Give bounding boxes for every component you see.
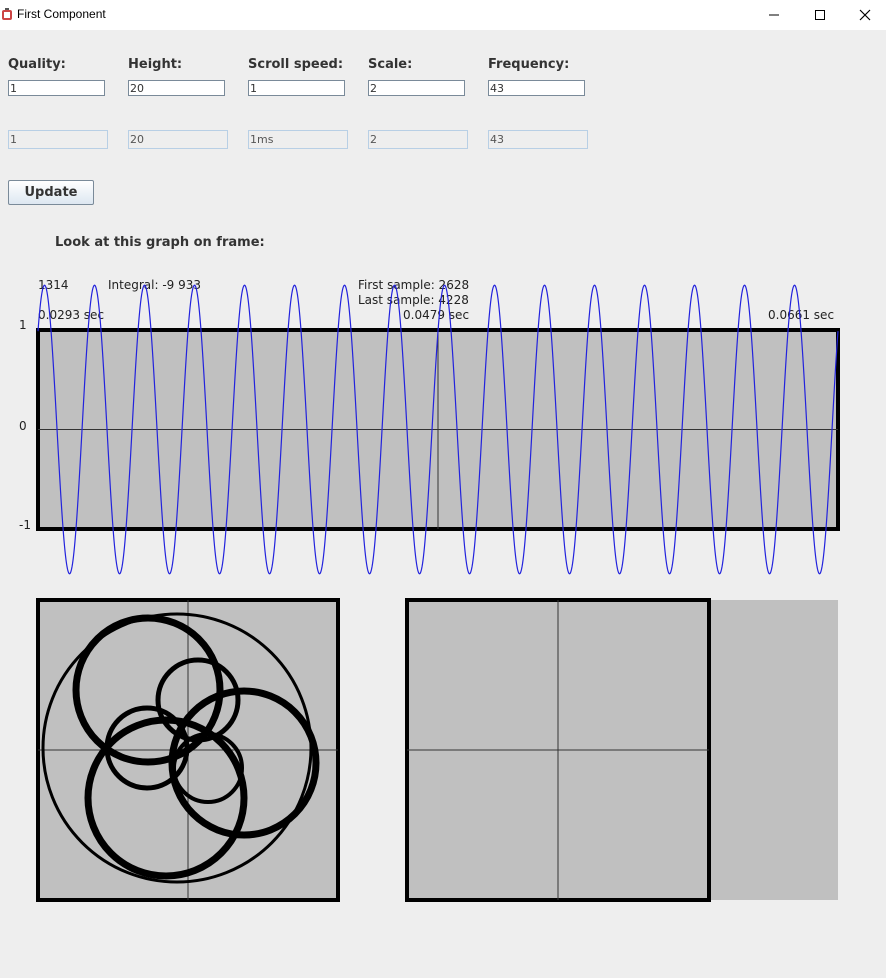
height-label: Height: [128,57,183,72]
minimize-button[interactable] [751,0,797,30]
title-bar: First Component [0,0,886,30]
quality-label: Quality: [8,57,66,72]
frequency-label: Frequency: [488,57,570,72]
spectrum-plot [405,598,838,902]
spectrum-side-panel [710,600,838,900]
close-button[interactable] [842,0,886,30]
scroll-speed-label: Scroll speed: [248,57,344,72]
scale-input[interactable] [368,80,465,96]
maximize-icon [815,10,825,20]
lissajous-plot [36,598,340,902]
java-app-icon [2,8,12,20]
minimize-icon [769,14,779,16]
scale-label: Scale: [368,57,413,72]
scroll-speed-display [248,130,348,149]
maximize-button[interactable] [797,0,843,30]
quality-display [8,130,108,149]
scroll-speed-input[interactable] [248,80,345,96]
update-button[interactable]: Update [8,180,94,205]
window-title: First Component [17,7,106,21]
waveform-chart [36,284,840,575]
frequency-display [488,130,588,149]
close-icon [859,9,871,21]
scale-display [368,130,468,149]
quality-input[interactable] [8,80,105,96]
height-display [128,130,228,149]
height-input[interactable] [128,80,225,96]
graph-heading: Look at this graph on frame: [55,235,265,250]
frequency-input[interactable] [488,80,585,96]
